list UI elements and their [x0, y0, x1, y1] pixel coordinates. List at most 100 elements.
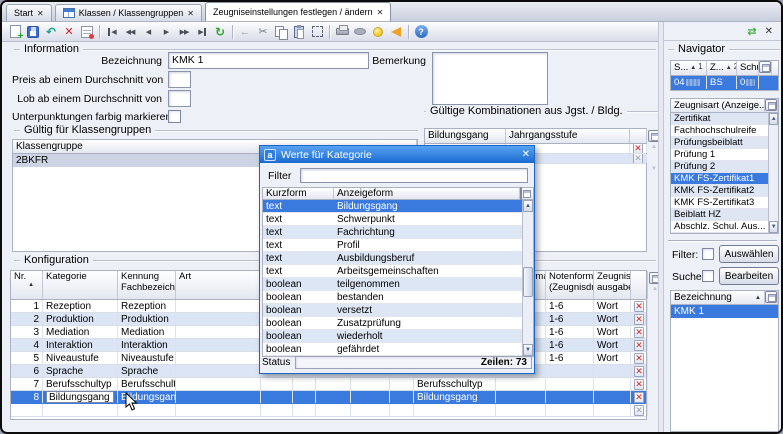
table-settings-icon[interactable]: [520, 187, 522, 200]
save-button[interactable]: [24, 23, 42, 40]
scroll-down-icon[interactable]: ▼: [651, 164, 657, 174]
zeugnisart-item[interactable]: Abschlz. Schul. Aus...: [671, 221, 768, 233]
delete-row-icon[interactable]: ✕: [634, 327, 644, 338]
new-button[interactable]: [6, 23, 24, 40]
tab-close-icon[interactable]: ✕: [187, 9, 194, 18]
last-record-button[interactable]: ▶: [193, 23, 211, 40]
kategorie-wert-row[interactable]: boolean Zusatzprüfung: [263, 317, 522, 330]
kategorie-wert-row[interactable]: text Ausbildungsberuf: [263, 252, 522, 265]
tab-zeugniseinstellungen[interactable]: Zeugniseinstellungen festlegen / ändern …: [205, 2, 391, 21]
zeugnisart-item[interactable]: KMK FS-Zertifikat1: [671, 173, 768, 185]
delete-row-icon[interactable]: ✕: [634, 392, 644, 403]
kategorie-wert-row[interactable]: boolean teilgenommen: [263, 278, 522, 291]
nr-column-header[interactable]: Nr.▲: [11, 271, 43, 299]
hint-button[interactable]: [369, 23, 387, 40]
zeugnisart-item[interactable]: Prüfung 2: [671, 161, 768, 173]
paste-button[interactable]: [290, 23, 308, 40]
delete-row-icon[interactable]: ✕: [634, 366, 644, 377]
kategorie-wert-row[interactable]: text Arbeitsgemeinschaften: [263, 265, 522, 278]
scroll-down-icon[interactable]: ▼: [769, 221, 778, 233]
export-button[interactable]: [351, 23, 369, 40]
konfiguration-row[interactable]: 7 Berufsschultypi Berufsschultyp Berufss…: [11, 378, 646, 391]
konfiguration-row[interactable]: 8 Bildungsgangi Bildungsgang Bildungsgan…: [11, 391, 646, 404]
zeugnisart-item[interactable]: KMK FS-Zertifikat3: [671, 197, 768, 209]
tab-start[interactable]: Start ✕: [6, 4, 52, 21]
bemerkung-textarea[interactable]: [432, 52, 548, 105]
delete-row-icon[interactable]: ✕: [634, 379, 644, 390]
delete-row-icon[interactable]: ✕: [633, 144, 643, 153]
bezeichnung-column-header[interactable]: Bezeichnung▲: [671, 291, 765, 304]
previous-record-button[interactable]: ◀: [139, 23, 157, 40]
kategorie-wert-row[interactable]: text Fachrichtung: [263, 226, 522, 239]
table-settings-icon[interactable]: [765, 291, 777, 303]
kurzform-column-header[interactable]: Kurzform: [263, 188, 334, 199]
zeugnisart-column-header[interactable]: Zeugnisart (Anzeige...: [671, 99, 765, 112]
bezeichnung-row[interactable]: KMK 1: [671, 305, 778, 318]
preis-input[interactable]: [168, 71, 191, 88]
zeugnisart-item[interactable]: Beiblatt HZ: [671, 209, 768, 221]
kategorie-wert-row[interactable]: boolean wiederholt: [263, 330, 522, 343]
form-button[interactable]: [78, 23, 96, 40]
schule-column-header[interactable]: Schule: [737, 61, 759, 75]
delete-row-icon[interactable]: ✕: [634, 301, 644, 312]
art-column-header[interactable]: Art: [176, 271, 261, 299]
zeugnisart-item[interactable]: Prüfungsbeiblatt: [671, 137, 768, 149]
zeugnisart-item[interactable]: Zertifikat: [671, 113, 768, 125]
help-button[interactable]: ?: [412, 23, 430, 40]
zeugnisart-item[interactable]: Prüfung 1: [671, 149, 768, 161]
copy-button[interactable]: [272, 23, 290, 40]
zweig-column-header[interactable]: Z...▲2: [707, 61, 737, 75]
delete-row-icon[interactable]: ✕: [633, 154, 643, 163]
kategorie-wert-row[interactable]: text Bildungsgang: [263, 200, 522, 213]
dialog-scrollbar[interactable]: ▲ ▼: [522, 200, 533, 356]
delete-row-icon[interactable]: ✕: [634, 405, 644, 416]
scrollbar-thumb[interactable]: [523, 267, 533, 297]
first-record-button[interactable]: ◀: [103, 23, 121, 40]
bildungsgang-column-header[interactable]: Bildungsgang: [425, 129, 506, 143]
dialog-filter-input[interactable]: [300, 168, 528, 183]
delete-row-icon[interactable]: ✕: [634, 314, 644, 325]
cut-button[interactable]: ✂: [254, 23, 272, 40]
zeugnisausgabe-column-header[interactable]: Zeugnis-ausgabe: [594, 271, 631, 299]
dialog-title-bar[interactable]: a Werte für Kategorie ✕: [260, 146, 534, 163]
kategorie-wert-row[interactable]: text Schwerpunkt: [263, 213, 522, 226]
suche-checkbox[interactable]: [702, 270, 714, 282]
auswaehlen-button[interactable]: Auswählen: [719, 245, 779, 263]
zeugnisart-item[interactable]: Fachhochschulreife: [671, 125, 768, 137]
tab-close-icon[interactable]: ✕: [37, 9, 44, 18]
next-record-button[interactable]: ▶: [157, 23, 175, 40]
schule-row[interactable]: 04 BS 0: [671, 76, 778, 90]
select-button[interactable]: [308, 23, 326, 40]
filter-checkbox[interactable]: [702, 248, 714, 260]
dialog-close-icon[interactable]: ✕: [522, 149, 530, 160]
konfiguration-row[interactable]: i ✕: [11, 404, 646, 417]
table-settings-icon[interactable]: [759, 61, 771, 73]
anzeigeform-column-header[interactable]: Anzeigeform: [334, 188, 520, 199]
refresh-button[interactable]: ↻: [211, 23, 229, 40]
tab-close-icon[interactable]: ✕: [377, 8, 384, 17]
tab-klassen-klassengruppen[interactable]: Klassen / Klassengruppen ✕: [55, 4, 202, 21]
schulnr-column-header[interactable]: S...▲1: [671, 61, 707, 75]
delete-row-icon[interactable]: ✕: [634, 353, 644, 364]
table-settings-icon[interactable]: [765, 99, 777, 111]
scroll-up-icon[interactable]: ▲: [651, 142, 657, 152]
announce-button[interactable]: [387, 23, 405, 40]
jahrgangsstufe-column-header[interactable]: Jahrgangsstufe: [506, 129, 630, 143]
delete-row-icon[interactable]: ✕: [634, 340, 644, 351]
back-button[interactable]: ←: [236, 23, 254, 40]
scroll-up-icon[interactable]: ▲: [769, 113, 778, 125]
zeugnisart-scrollbar[interactable]: ▲ ▼: [768, 113, 778, 233]
scroll-up-icon[interactable]: ▲: [523, 200, 533, 212]
fast-backward-button[interactable]: ◀◀: [121, 23, 139, 40]
fast-forward-button[interactable]: ▶▶: [175, 23, 193, 40]
delete-button[interactable]: ✕: [60, 23, 78, 40]
kategorie-wert-row[interactable]: boolean versetzt: [263, 304, 522, 317]
kategorie-wert-row[interactable]: boolean bestanden: [263, 291, 522, 304]
unterpunktungen-checkbox[interactable]: [168, 110, 181, 123]
lob-input[interactable]: [168, 90, 191, 107]
kategorie-column-header[interactable]: Kategorie: [43, 271, 118, 299]
zeugnisart-item[interactable]: KMK FS-Zertifikat2: [671, 185, 768, 197]
bezeichnung-input[interactable]: KMK 1: [168, 52, 369, 69]
print-button[interactable]: [333, 23, 351, 40]
bearbeiten-button[interactable]: Bearbeiten: [719, 267, 779, 285]
